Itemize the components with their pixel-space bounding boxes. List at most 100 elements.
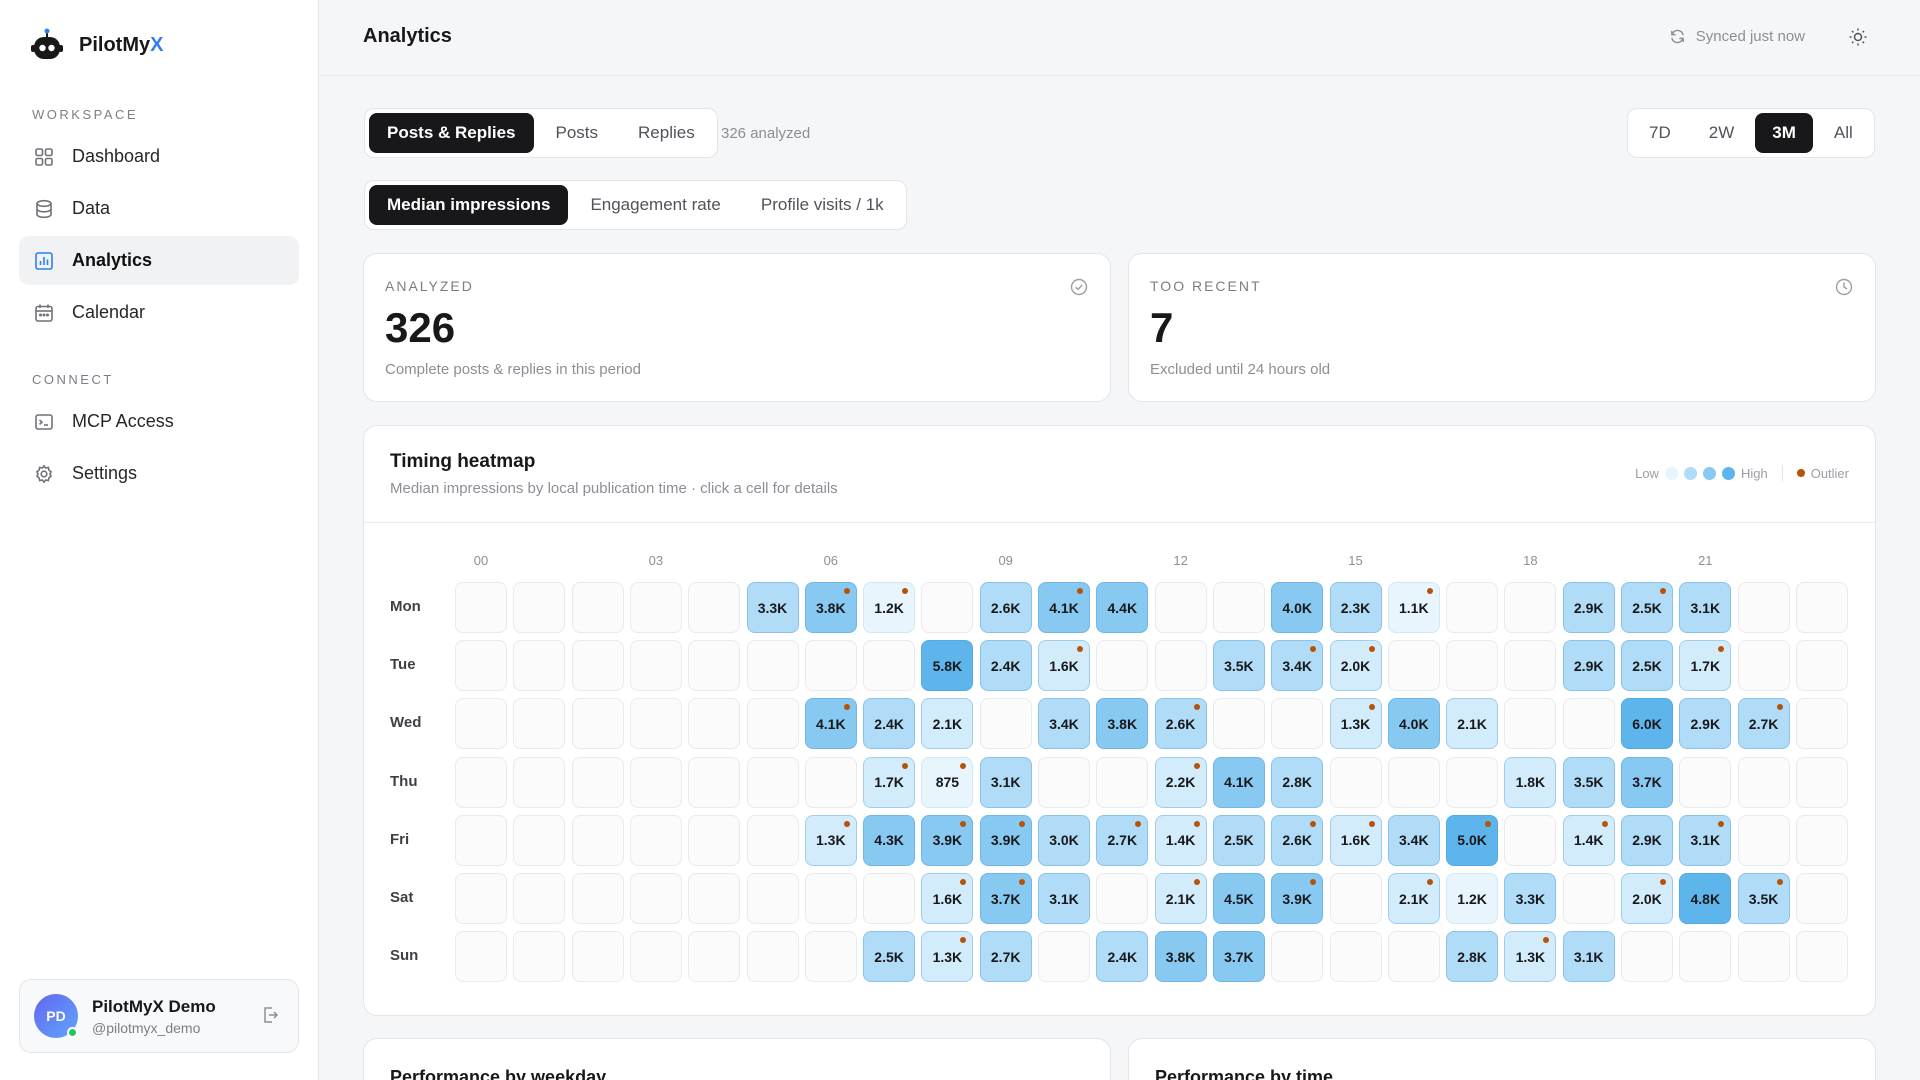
heatmap-cell[interactable]	[513, 873, 566, 924]
heatmap-cell[interactable]: 2.9K	[1621, 814, 1673, 866]
heatmap-cell[interactable]: 3.1K	[1679, 814, 1732, 866]
heatmap-cell[interactable]	[1562, 698, 1615, 750]
heatmap-cell[interactable]	[1212, 582, 1265, 633]
heatmap-cell[interactable]	[1562, 873, 1615, 924]
heatmap-cell[interactable]: 2.2K	[1154, 756, 1207, 808]
heatmap-cell[interactable]	[1795, 640, 1848, 692]
heatmap-cell[interactable]	[455, 814, 507, 866]
heatmap-cell[interactable]	[1679, 931, 1732, 983]
heatmap-cell[interactable]	[688, 873, 741, 924]
heatmap-cell[interactable]: 2.6K	[979, 582, 1032, 633]
sidebar-item-data[interactable]: Data	[19, 184, 299, 233]
heatmap-cell[interactable]	[571, 814, 624, 866]
heatmap-cell[interactable]	[1096, 873, 1149, 924]
heatmap-cell[interactable]: 3.1K	[1038, 873, 1090, 924]
heatmap-cell[interactable]	[1096, 756, 1149, 808]
heatmap-cell[interactable]	[979, 698, 1032, 750]
heatmap-cell[interactable]	[688, 698, 741, 750]
heatmap-cell[interactable]	[455, 873, 507, 924]
heatmap-cell[interactable]: 1.8K	[1504, 756, 1557, 808]
heatmap-cell[interactable]: 2.7K	[1737, 698, 1790, 750]
heatmap-cell[interactable]	[1504, 814, 1557, 866]
heatmap-cell[interactable]	[804, 756, 857, 808]
heatmap-cell[interactable]: 3.1K	[1679, 582, 1732, 633]
heatmap-cell[interactable]	[1621, 931, 1673, 983]
heatmap-cell[interactable]: 2.6K	[1154, 698, 1207, 750]
brand[interactable]: PilotMyX	[30, 28, 163, 62]
heatmap-cell[interactable]: 2.5K	[1621, 582, 1673, 633]
heatmap-cell[interactable]	[455, 698, 507, 750]
heatmap-cell[interactable]: 2.8K	[1446, 931, 1499, 983]
heatmap-cell[interactable]: 3.1K	[1562, 931, 1615, 983]
heatmap-cell[interactable]: 2.4K	[863, 698, 916, 750]
heatmap-cell[interactable]: 3.5K	[1562, 756, 1615, 808]
content-type-replies[interactable]: Replies	[620, 113, 713, 153]
heatmap-cell[interactable]	[1387, 756, 1440, 808]
heatmap-cell[interactable]	[1795, 582, 1848, 633]
heatmap-cell[interactable]: 3.4K	[1271, 640, 1324, 692]
heatmap-cell[interactable]: 4.5K	[1212, 873, 1265, 924]
heatmap-cell[interactable]	[1795, 873, 1848, 924]
heatmap-cell[interactable]: 1.7K	[863, 756, 916, 808]
heatmap-cell[interactable]	[571, 756, 624, 808]
heatmap-cell[interactable]: 1.4K	[1562, 814, 1615, 866]
heatmap-cell[interactable]: 1.7K	[1679, 640, 1732, 692]
heatmap-cell[interactable]	[629, 582, 682, 633]
heatmap-cell[interactable]: 2.7K	[979, 931, 1032, 983]
heatmap-cell[interactable]	[1679, 756, 1732, 808]
heatmap-cell[interactable]: 1.3K	[1504, 931, 1557, 983]
heatmap-cell[interactable]	[1038, 931, 1090, 983]
heatmap-cell[interactable]: 3.8K	[804, 582, 857, 633]
heatmap-cell[interactable]	[1737, 756, 1790, 808]
heatmap-cell[interactable]	[746, 814, 799, 866]
heatmap-cell[interactable]	[921, 582, 974, 633]
heatmap-cell[interactable]	[1038, 756, 1090, 808]
heatmap-cell[interactable]: 3.3K	[1504, 873, 1557, 924]
heatmap-cell[interactable]: 5.8K	[921, 640, 974, 692]
heatmap-cell[interactable]	[455, 640, 507, 692]
heatmap-cell[interactable]: 3.5K	[1737, 873, 1790, 924]
heatmap-cell[interactable]	[688, 814, 741, 866]
heatmap-cell[interactable]	[1446, 640, 1499, 692]
heatmap-cell[interactable]: 1.3K	[921, 931, 974, 983]
sidebar-item-settings[interactable]: Settings	[19, 449, 299, 498]
heatmap-cell[interactable]	[1446, 756, 1499, 808]
heatmap-cell[interactable]	[1446, 582, 1499, 633]
heatmap-cell[interactable]: 2.9K	[1679, 698, 1732, 750]
heatmap-cell[interactable]: 4.1K	[804, 698, 857, 750]
heatmap-cell[interactable]: 4.1K	[1212, 756, 1265, 808]
heatmap-cell[interactable]	[1096, 640, 1149, 692]
sun-icon[interactable]	[1848, 27, 1868, 52]
range-3m[interactable]: 3M	[1755, 113, 1813, 153]
heatmap-cell[interactable]: 1.6K	[1038, 640, 1090, 692]
heatmap-cell[interactable]: 3.7K	[1212, 931, 1265, 983]
heatmap-cell[interactable]: 2.1K	[1154, 873, 1207, 924]
heatmap-cell[interactable]	[1271, 698, 1324, 750]
heatmap-cell[interactable]: 3.3K	[746, 582, 799, 633]
heatmap-cell[interactable]	[1387, 931, 1440, 983]
heatmap-cell[interactable]: 3.0K	[1038, 814, 1090, 866]
heatmap-cell[interactable]	[1271, 931, 1324, 983]
heatmap-cell[interactable]	[1795, 814, 1848, 866]
heatmap-cell[interactable]: 2.9K	[1562, 640, 1615, 692]
heatmap-cell[interactable]: 2.5K	[1621, 640, 1673, 692]
heatmap-cell[interactable]	[688, 931, 741, 983]
heatmap-cell[interactable]: 4.8K	[1679, 873, 1732, 924]
heatmap-cell[interactable]: 1.6K	[1329, 814, 1382, 866]
heatmap-cell[interactable]: 1.1K	[1387, 582, 1440, 633]
range-all[interactable]: All	[1817, 113, 1870, 153]
heatmap-cell[interactable]	[804, 931, 857, 983]
heatmap-cell[interactable]	[1504, 698, 1557, 750]
heatmap-cell[interactable]	[688, 756, 741, 808]
heatmap-cell[interactable]	[746, 756, 799, 808]
heatmap-cell[interactable]: 2.0K	[1329, 640, 1382, 692]
heatmap-cell[interactable]	[1504, 640, 1557, 692]
heatmap-cell[interactable]: 2.0K	[1621, 873, 1673, 924]
heatmap-cell[interactable]	[1212, 698, 1265, 750]
heatmap-cell[interactable]: 1.2K	[1446, 873, 1499, 924]
heatmap-cell[interactable]: 1.2K	[863, 582, 916, 633]
heatmap-cell[interactable]	[455, 756, 507, 808]
metric-engagement-rate[interactable]: Engagement rate	[572, 185, 738, 225]
heatmap-cell[interactable]	[571, 582, 624, 633]
heatmap-cell[interactable]	[1504, 582, 1557, 633]
